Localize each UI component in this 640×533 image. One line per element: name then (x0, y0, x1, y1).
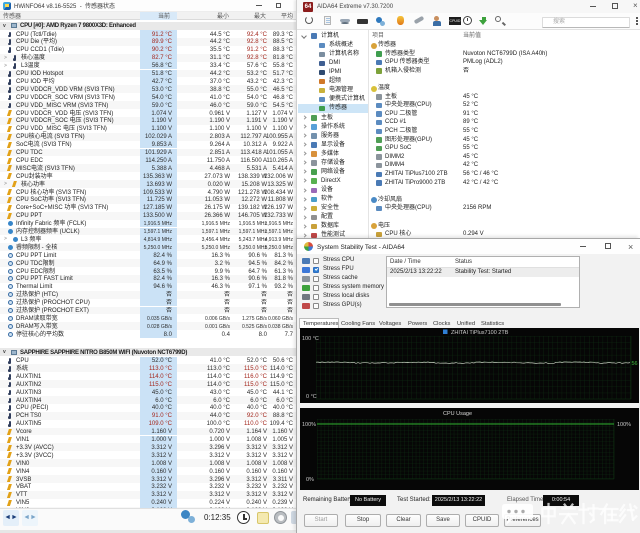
svg-text:100%: 100% (617, 422, 631, 428)
svg-text:100 °C: 100 °C (302, 336, 319, 342)
svg-text:ZHITAI TiPlus7100 2TB: ZHITAI TiPlus7100 2TB (451, 330, 509, 336)
svg-text:CPU Usage: CPU Usage (443, 411, 472, 417)
svg-text:0%: 0% (306, 477, 314, 483)
svg-text:56: 56 (632, 361, 638, 367)
svg-text:0 °C: 0 °C (306, 394, 317, 400)
svg-text:100%: 100% (302, 422, 316, 428)
